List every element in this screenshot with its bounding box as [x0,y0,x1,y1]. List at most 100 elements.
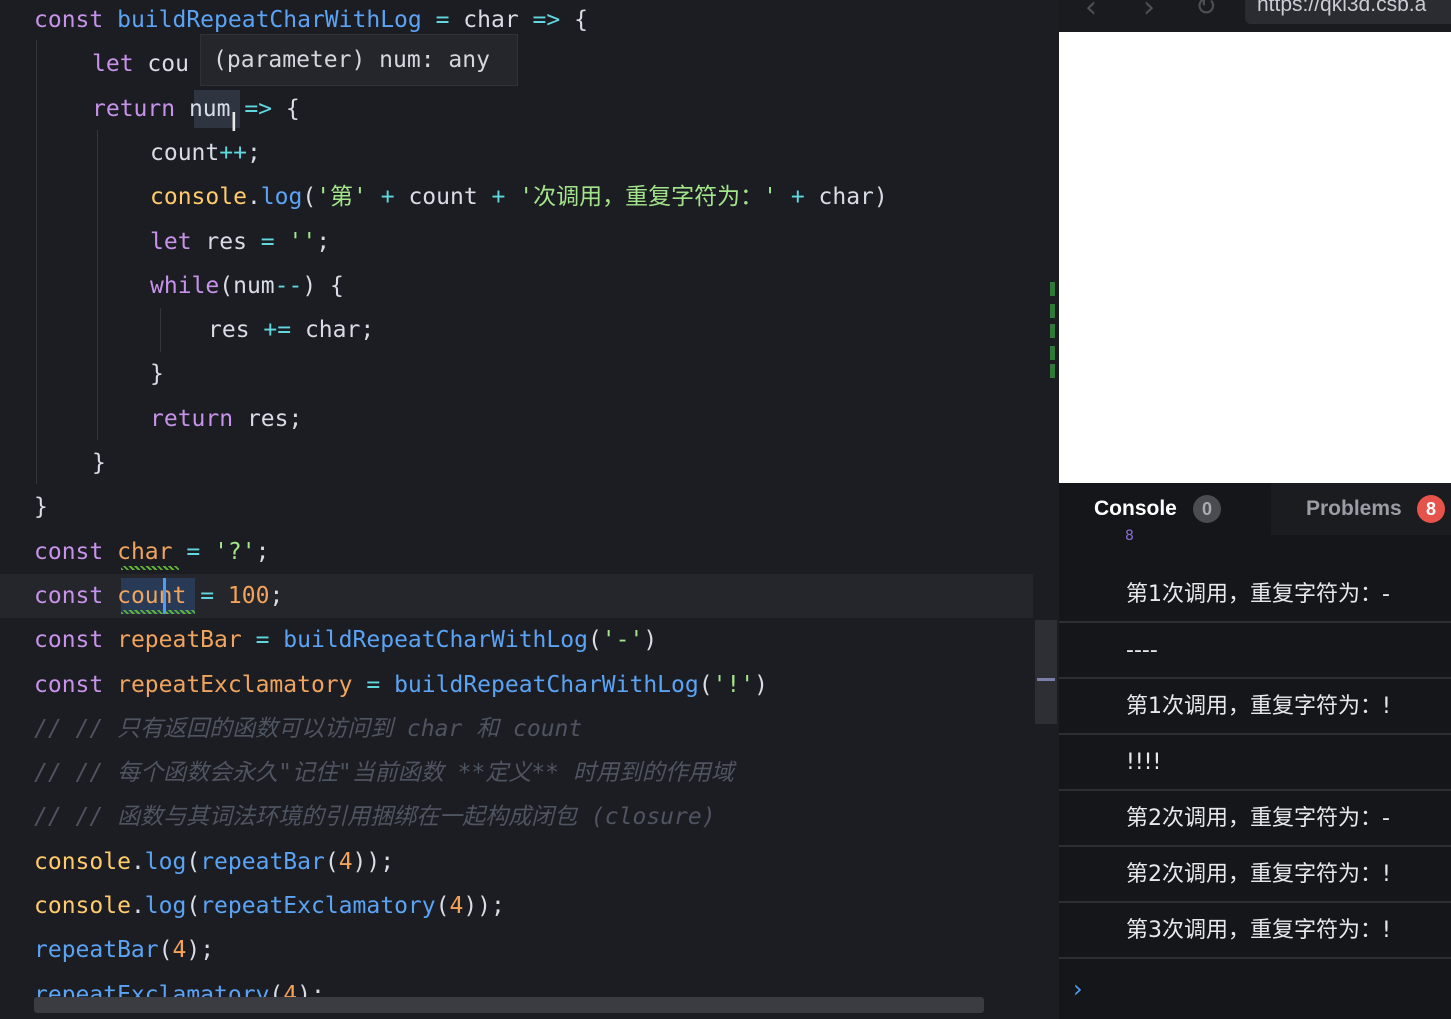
code-token: console [34,848,131,875]
change-marker [1050,304,1055,318]
code-token: ) { [302,272,344,299]
tab-console[interactable]: Console 0 [1059,483,1271,535]
code-line[interactable]: } [150,352,164,396]
code-line[interactable]: let cou [92,42,189,86]
code-editor[interactable]: const buildRepeatCharWithLog = char => {… [0,0,1033,1019]
code-line[interactable]: repeatBar(4); [34,928,214,972]
code-token: 4 [449,893,464,919]
code-token: buildRepeatCharWithLog [394,671,699,698]
code-token: = [435,7,450,33]
code-token: ; [255,538,270,565]
code-token: res [208,317,264,344]
change-marker [1050,346,1055,360]
code-line[interactable]: count++; [150,131,261,175]
code-line[interactable]: res += char; [208,308,374,352]
code-token: = [366,671,381,698]
code-token: count [117,582,187,609]
code-token: . [246,184,261,211]
code-token: const [34,582,118,609]
code-line[interactable]: // // 函数与其词法环境的引用捆绑在一起构成闭包 (closure) [34,795,716,839]
code-token: // // 只有返回的函数可以访问到 char 和 count [34,715,583,742]
warning-squiggle [121,610,195,614]
scrollbar-position-marker [1037,678,1055,681]
code-token: => [532,7,561,33]
reload-icon[interactable]: ↻ [1195,0,1217,22]
code-token: return [92,95,189,122]
tab-label: Problems [1306,497,1402,520]
code-line[interactable]: // // 只有返回的函数可以访问到 char 和 count [34,707,582,751]
console-output: 第1次调用，重复字符为：- ---- 第1次调用，重复字符为：!!!!! 第2次调用，… [1059,567,1451,959]
horizontal-scrollbar[interactable] [34,997,984,1013]
code-token: ( [158,937,173,964]
code-token: repeatBar [34,937,159,964]
code-line[interactable]: } [92,441,106,485]
tab-problems[interactable]: Problems 8 [1271,483,1451,535]
preview-pane [1059,32,1451,483]
code-token: ( [302,184,317,211]
code-line[interactable]: const repeatBar = buildRepeatCharWithLog… [34,618,657,662]
code-token: res [205,228,261,255]
code-token: repeatExclamatory [200,893,436,919]
code-token: char) [804,184,888,211]
arrow-right-icon[interactable]: › [1143,0,1155,25]
change-marker [1050,324,1055,338]
code-token: -- [274,272,303,299]
code-token: log [260,184,303,211]
vertical-scrollbar[interactable] [1035,620,1057,724]
code-token: } [34,494,48,521]
code-token: += [263,317,292,344]
filter-icon[interactable]: 8 [1125,528,1134,544]
code-line[interactable]: console.log('第' + count + '次调用，重复字符为：' +… [150,175,888,219]
code-token: ); [186,937,215,964]
code-token: + [790,184,805,211]
code-token: buildRepeatCharWithLog [117,7,422,33]
devtools-tabs: Console 0 Problems 8 [1059,483,1451,535]
code-token: )); [463,893,505,919]
code-token: ) [643,627,658,654]
code-token: } [150,361,164,388]
code-token: (num [219,272,275,299]
code-line[interactable]: return num => { [92,87,300,131]
console-log-entry: 第1次调用，重复字符为：! [1059,679,1451,735]
code-token: ; [316,228,331,255]
code-token: while [150,272,220,299]
console-prompt-icon[interactable]: › [1073,975,1083,1003]
url-field[interactable]: https://qkl3d.csb.a [1245,0,1451,24]
code-token: count [394,184,492,211]
code-token: . [130,848,145,875]
code-token: cou [147,51,189,78]
code-line[interactable]: return res; [150,397,302,441]
code-line[interactable]: let res = ''; [150,220,330,264]
code-line[interactable]: // // 每个函数会永久"记住"当前函数 **定义** 时用到的作用域 [34,751,734,795]
code-token: return [150,405,247,432]
address-bar: ‹ › ↻ https://qkl3d.csb.a [1059,0,1451,32]
count-badge: 0 [1193,495,1221,523]
code-line[interactable]: const repeatExclamatory = buildRepeatCha… [34,663,768,707]
console-log-entry: 第3次调用，重复字符为：! [1059,903,1451,959]
code-token: ( [435,893,450,919]
code-token: console [34,893,131,919]
tab-label: Console [1094,497,1177,520]
arrow-left-icon[interactable]: ‹ [1085,0,1097,25]
code-token: const [34,627,118,654]
code-token: let [150,228,206,255]
console-log-entry: 第1次调用，重复字符为：- [1059,567,1451,623]
count-badge: 8 [1417,495,1445,523]
code-line[interactable]: console.log(repeatBar(4)); [34,840,394,884]
code-line[interactable]: while(num--) { [150,264,344,308]
change-marker [1050,364,1055,378]
code-line[interactable]: } [34,485,48,529]
code-line[interactable]: console.log(repeatExclamatory(4)); [34,884,505,928]
indent-guide [36,40,37,484]
indent-guide [97,130,98,440]
code-token: )); [352,848,395,875]
code-token: ( [186,893,201,919]
code-token: repeatBar [200,848,325,875]
